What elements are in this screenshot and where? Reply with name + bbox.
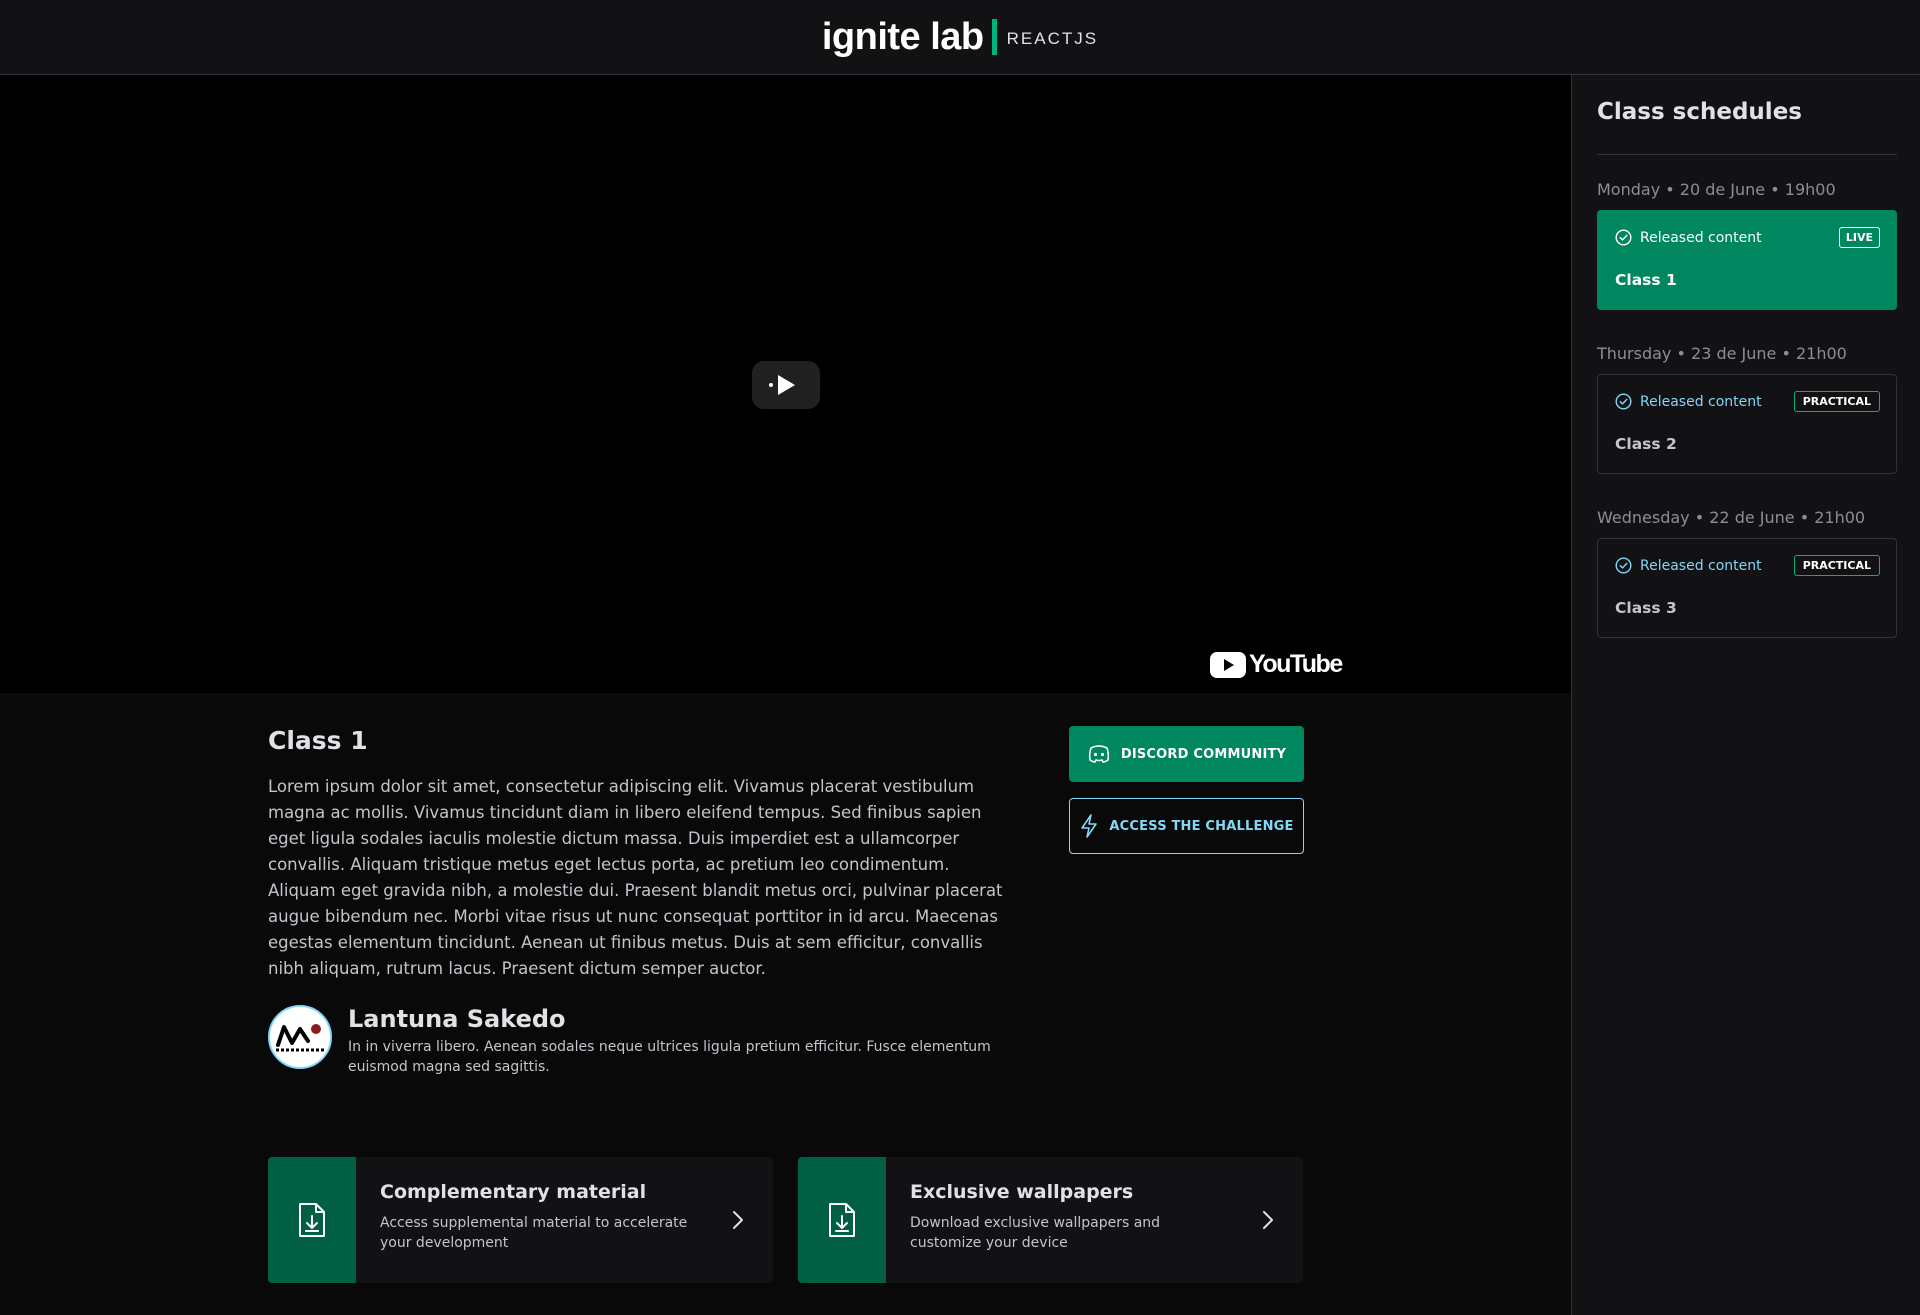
- challenge-button-label: ACCESS THE CHALLENGE: [1109, 818, 1294, 834]
- top-header: ignite lab REACTJS: [0, 0, 1920, 75]
- ignite-lab-logo[interactable]: ignite lab REACTJS: [822, 16, 1098, 59]
- card-body: Exclusive wallpapers Download exclusive …: [886, 1157, 1226, 1283]
- card-body: Complementary material Access supplement…: [356, 1157, 696, 1283]
- lesson-item: Wednesday • 22 de June • 21h00 Released …: [1597, 507, 1897, 638]
- lesson-status: Released content: [1615, 229, 1762, 246]
- teacher-profile: Lantuna Sakedo In in viverra libero. Aen…: [268, 1005, 998, 1077]
- lesson-description: Lorem ipsum dolor sit amet, consectetur …: [268, 777, 1003, 978]
- lightning-icon: [1081, 814, 1098, 838]
- teacher-logo-icon: [276, 1024, 324, 1052]
- card-description: Download exclusive wallpapers and custom…: [910, 1215, 1161, 1251]
- card-icon-box: [798, 1157, 886, 1283]
- logo-sub-text: REACTJS: [1006, 29, 1099, 48]
- check-circle-icon: [1615, 557, 1632, 574]
- lesson-title: Class 1: [268, 726, 368, 755]
- lesson-card-class-3[interactable]: Released content PRACTICAL Class 3: [1597, 538, 1897, 638]
- lesson-status-label: Released content: [1640, 557, 1762, 574]
- card-title: Exclusive wallpapers: [910, 1181, 1134, 1203]
- youtube-logo[interactable]: YouTube: [1210, 650, 1343, 679]
- lesson-status: Released content: [1615, 557, 1762, 574]
- card-title: Complementary material: [380, 1181, 647, 1203]
- play-dot: [769, 383, 773, 387]
- lesson-date: Thursday • 23 de June • 21h00: [1597, 344, 1847, 363]
- complementary-material-card[interactable]: Complementary material Access supplement…: [268, 1157, 773, 1283]
- lesson-item: Thursday • 23 de June • 21h00 Released c…: [1597, 343, 1897, 474]
- lesson-details: Class 1 Lorem ipsum dolor sit amet, cons…: [0, 693, 1571, 1315]
- play-button[interactable]: [752, 361, 820, 409]
- lesson-status: Released content: [1615, 393, 1762, 410]
- discord-community-button[interactable]: DISCORD COMMUNITY: [1069, 726, 1304, 782]
- exclusive-wallpapers-card[interactable]: Exclusive wallpapers Download exclusive …: [798, 1157, 1303, 1283]
- youtube-wordmark: YouTube: [1249, 650, 1343, 678]
- logo-main-text: ignite lab: [821, 15, 984, 58]
- sidebar-divider: [1597, 154, 1897, 155]
- teacher-bio: In in viverra libero. Aenean sodales neq…: [348, 1039, 991, 1075]
- lesson-card-class-2[interactable]: Released content PRACTICAL Class 2: [1597, 374, 1897, 474]
- file-download-icon: [299, 1203, 325, 1237]
- chevron-right-icon: [1263, 1211, 1273, 1229]
- lesson-card-class-1[interactable]: Released content LIVE Class 1: [1597, 210, 1897, 310]
- lesson-name: Class 1: [1615, 271, 1677, 289]
- card-description: Access supplemental material to accelera…: [380, 1215, 688, 1251]
- lesson-type-badge: PRACTICAL: [1793, 391, 1880, 412]
- chevron-right-icon: [733, 1211, 743, 1229]
- avatar: [268, 1005, 332, 1069]
- lesson-name: Class 3: [1615, 599, 1677, 617]
- play-icon: [778, 375, 795, 395]
- sidebar-title: Class schedules: [1597, 99, 1802, 125]
- teacher-info: Lantuna Sakedo In in viverra libero. Aen…: [348, 1005, 998, 1077]
- lesson-item: Monday • 20 de June • 19h00 Released con…: [1597, 179, 1897, 310]
- lesson-date: Monday • 20 de June • 19h00: [1597, 180, 1836, 199]
- logo-divider: [991, 19, 997, 55]
- lesson-date: Wednesday • 22 de June • 21h00: [1597, 508, 1866, 527]
- card-icon-box: [268, 1157, 356, 1283]
- teacher-name: Lantuna Sakedo: [348, 1005, 566, 1033]
- access-challenge-button[interactable]: ACCESS THE CHALLENGE: [1069, 798, 1304, 854]
- lesson-name: Class 2: [1615, 435, 1677, 453]
- lesson-type-badge: PRACTICAL: [1793, 555, 1880, 576]
- lesson-type-badge: LIVE: [1838, 227, 1880, 248]
- class-schedule-sidebar: Class schedules Monday • 20 de June • 19…: [1571, 75, 1920, 1315]
- discord-button-label: DISCORD COMMUNITY: [1120, 746, 1287, 762]
- file-download-icon: [829, 1203, 855, 1237]
- discord-icon: [1088, 745, 1109, 763]
- lesson-status-label: Released content: [1640, 393, 1762, 410]
- youtube-icon: [1210, 651, 1246, 678]
- lesson-status-label: Released content: [1640, 229, 1762, 246]
- check-circle-icon: [1615, 393, 1632, 410]
- check-circle-icon: [1615, 229, 1632, 246]
- video-player[interactable]: YouTube: [0, 75, 1571, 693]
